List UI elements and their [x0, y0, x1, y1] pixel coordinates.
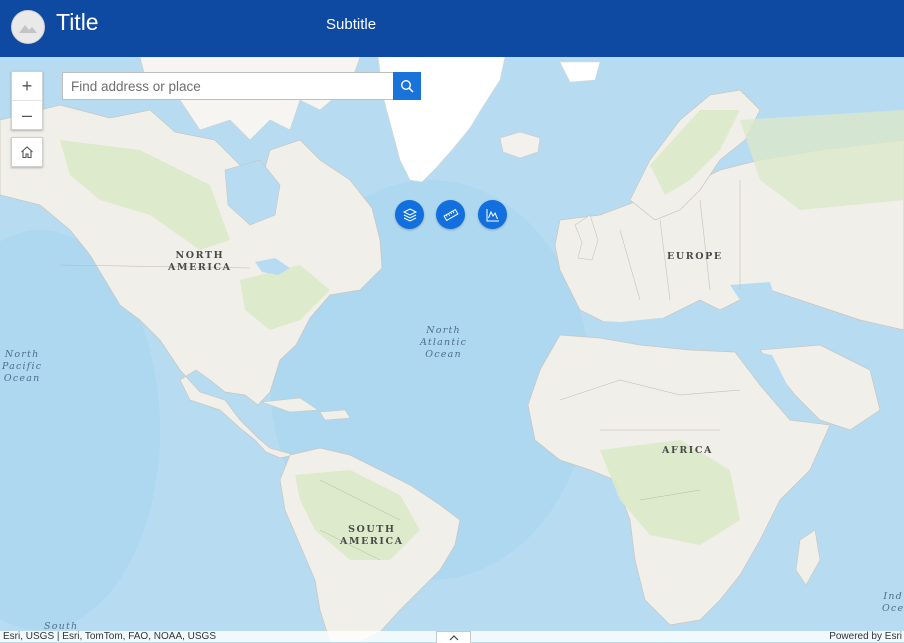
- app-header: Title Subtitle: [0, 0, 904, 57]
- search-button[interactable]: [393, 72, 421, 100]
- label-north-pacific-ocean: North Pacific Ocean: [2, 349, 43, 384]
- search-widget: [62, 72, 421, 100]
- search-input[interactable]: [62, 72, 399, 100]
- mountain-landscape-icon: [19, 25, 37, 33]
- zoom-control: + –: [11, 71, 43, 130]
- app-subtitle: Subtitle: [326, 16, 377, 33]
- elevation-chart-icon: [486, 208, 499, 221]
- elevation-profile-button[interactable]: [478, 200, 507, 229]
- label-indian-ocean-partial: Ind Oce: [882, 591, 904, 614]
- home-button[interactable]: [11, 137, 43, 167]
- attribution-text: Esri, USGS | Esri, TomTom, FAO, NOAA, US…: [3, 631, 217, 642]
- zoom-out-button[interactable]: –: [12, 100, 42, 129]
- powered-by-text[interactable]: Powered by Esri: [829, 631, 902, 642]
- home-icon: [21, 146, 33, 159]
- expand-attribution-button[interactable]: [436, 631, 471, 643]
- label-africa: AFRICA: [662, 445, 713, 456]
- label-south-america: SOUTH AMERICA: [340, 524, 404, 547]
- label-europe: EUROPE: [667, 251, 723, 262]
- search-icon: [400, 79, 414, 93]
- app-logo: [11, 10, 45, 44]
- app-title: Title: [56, 9, 99, 35]
- label-north-america: NORTH AMERICA: [168, 250, 232, 273]
- layers-button[interactable]: [395, 200, 424, 229]
- chevron-up-icon: [449, 634, 458, 640]
- label-north-atlantic-ocean: North Atlantic Ocean: [420, 325, 468, 360]
- measure-button[interactable]: [436, 200, 465, 229]
- ruler-icon: [442, 208, 459, 221]
- layers-icon: [402, 207, 417, 222]
- zoom-in-button[interactable]: +: [12, 72, 42, 100]
- map-view[interactable]: NORTH AMERICA SOUTH AMERICA EUROPE AFRIC…: [0, 57, 904, 642]
